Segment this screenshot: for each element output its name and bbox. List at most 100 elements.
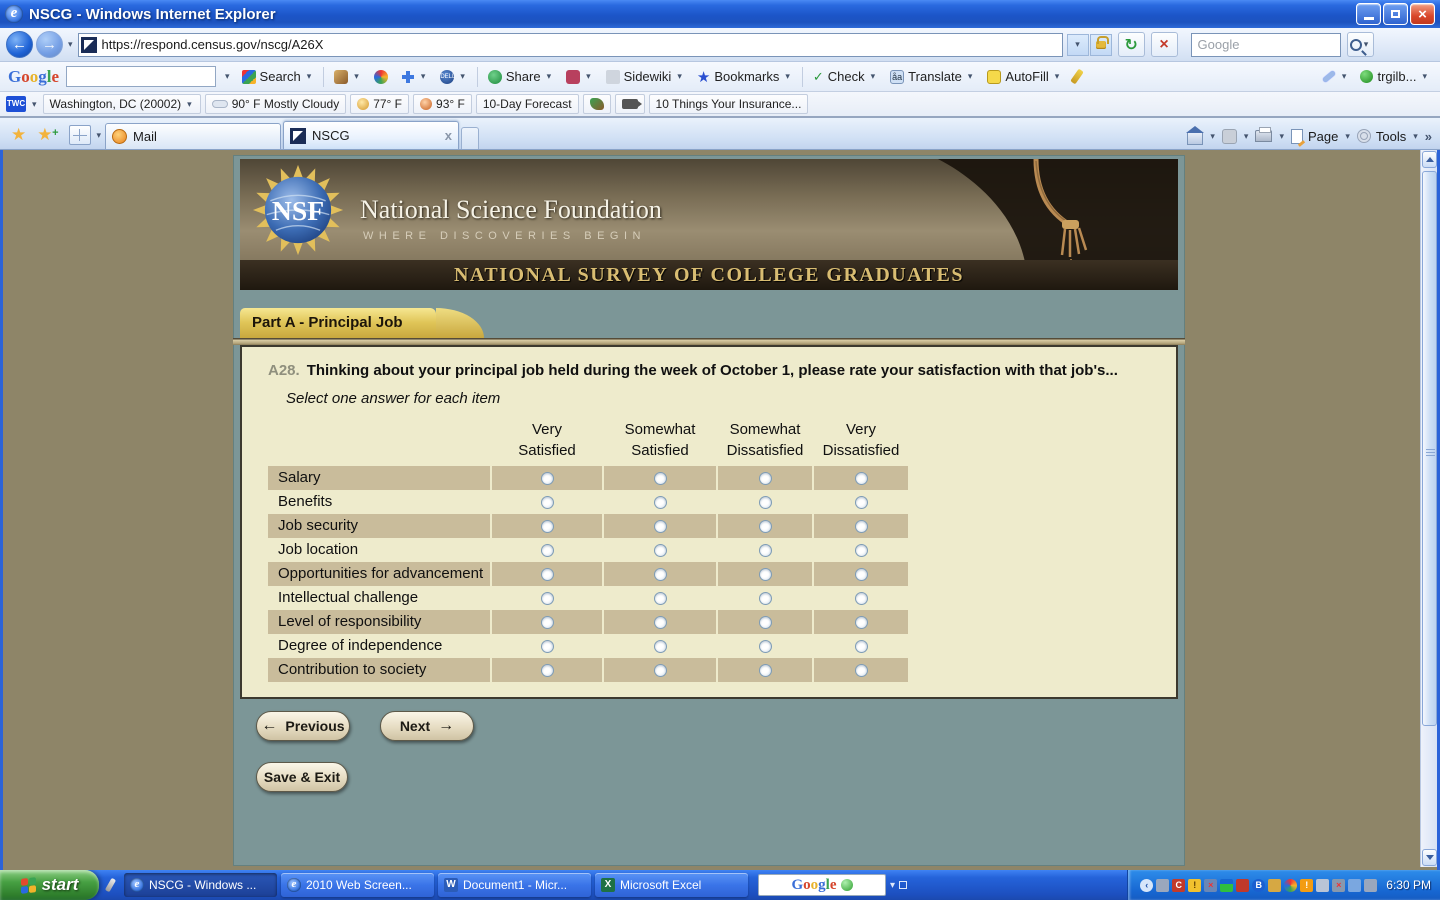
previous-button[interactable]: ← Previous — [256, 711, 350, 741]
radio-button[interactable] — [540, 591, 554, 605]
bookmarks-button[interactable]: ★ Bookmarks ▾ — [694, 66, 795, 88]
dell-button[interactable]: DELL ▾ — [437, 68, 470, 86]
toolbar-settings-button[interactable]: ▾ — [1319, 69, 1352, 84]
highlighter-button[interactable] — [1070, 67, 1085, 86]
current-conditions-button[interactable]: 90° F Mostly Cloudy — [204, 94, 347, 114]
tray-network-error-icon[interactable]: × — [1204, 878, 1218, 892]
feeds-button[interactable] — [1221, 128, 1237, 144]
favorites-button[interactable]: ★ — [8, 125, 29, 149]
tray-pen-icon[interactable] — [1348, 878, 1362, 892]
save-exit-button[interactable]: Save & Exit — [256, 762, 348, 792]
task-button-word[interactable]: W Document1 - Micr... — [438, 873, 591, 897]
radio-button[interactable] — [653, 543, 667, 557]
sidewiki-button[interactable]: Sidewiki ▾ — [603, 67, 687, 86]
tray-signal-bars-icon[interactable] — [1220, 878, 1234, 892]
radio-button[interactable] — [854, 471, 868, 485]
screenshot-button[interactable]: ▾ — [563, 68, 596, 86]
quick-launch-pen-icon[interactable] — [104, 877, 117, 893]
home-button[interactable] — [1186, 126, 1205, 145]
radio-button[interactable] — [854, 543, 868, 557]
radio-button[interactable] — [854, 591, 868, 605]
radio-button[interactable] — [653, 591, 667, 605]
restore-button[interactable] — [1383, 3, 1408, 25]
spellcheck-button[interactable]: ✓ Check ▾ — [810, 67, 880, 87]
close-button[interactable]: × — [1410, 3, 1435, 25]
radio-button[interactable] — [854, 519, 868, 533]
dropdown-icon[interactable]: ▾ — [1343, 131, 1352, 142]
print-button[interactable] — [1255, 127, 1273, 142]
tray-alert-icon[interactable]: ! — [1300, 878, 1314, 892]
radio-button[interactable] — [758, 543, 772, 557]
deskband-search-box[interactable]: Google — [758, 874, 886, 896]
forward-button[interactable]: → — [36, 31, 63, 58]
translate-button[interactable]: åa Translate ▾ — [887, 67, 977, 86]
video-button[interactable] — [614, 94, 645, 114]
radio-button[interactable] — [653, 471, 667, 485]
page-menu-button[interactable]: Page — [1308, 129, 1338, 144]
map-button[interactable] — [582, 94, 611, 114]
tab-mail[interactable]: Mail — [105, 123, 282, 149]
search-go-button[interactable]: ▾ — [1346, 32, 1374, 57]
quick-search-input[interactable] — [1190, 32, 1341, 57]
task-button-web-screen[interactable]: e 2010 Web Screen... — [281, 873, 434, 897]
radio-button[interactable] — [653, 495, 667, 509]
autofill-button[interactable]: AutoFill ▾ — [984, 67, 1064, 86]
radio-button[interactable] — [540, 615, 554, 629]
high-temp-button[interactable]: 93° F — [413, 94, 472, 114]
dropdown-icon[interactable]: ▾ — [1277, 131, 1286, 142]
radio-button[interactable] — [653, 663, 667, 677]
radio-button[interactable] — [653, 519, 667, 533]
radio-button[interactable] — [758, 519, 772, 533]
account-button[interactable]: trgilb... ▾ — [1357, 67, 1432, 86]
headline-button[interactable]: 10 Things Your Insurance... — [648, 94, 809, 114]
radio-button[interactable] — [540, 543, 554, 557]
tab-list-dropdown-icon[interactable]: ▾ — [95, 130, 104, 149]
toolbar-search-dropdown-icon[interactable]: ▾ — [223, 71, 232, 82]
news-button[interactable]: ▾ — [331, 68, 364, 86]
overflow-chevron-icon[interactable]: » — [1425, 129, 1432, 144]
radio-button[interactable] — [540, 567, 554, 581]
toolbar-search-button[interactable]: Search ▾ — [239, 67, 317, 86]
add-favorite-button[interactable]: ★ — [31, 125, 59, 149]
tab-close-icon[interactable]: x — [445, 128, 452, 143]
radio-button[interactable] — [540, 495, 554, 509]
tools-menu-button[interactable]: Tools — [1376, 129, 1406, 144]
new-tab-stub[interactable] — [461, 127, 480, 149]
dropdown-icon[interactable]: ▾ — [1411, 131, 1420, 142]
radio-button[interactable] — [854, 639, 868, 653]
tray-mouse-icon[interactable] — [1316, 878, 1330, 892]
address-dropdown-button[interactable]: ▾ — [1066, 33, 1089, 56]
security-lock-button[interactable] — [1089, 33, 1112, 56]
task-button-excel[interactable]: X Microsoft Excel — [595, 873, 748, 897]
scroll-down-button[interactable] — [1422, 849, 1437, 866]
weather-location-select[interactable]: Washington, DC (20002) ▾ — [42, 94, 201, 114]
radio-button[interactable] — [540, 639, 554, 653]
address-field[interactable]: https://respond.census.gov/nscg/A26X — [77, 32, 1063, 57]
tray-bluetooth-icon[interactable]: B — [1252, 878, 1266, 892]
radio-button[interactable] — [758, 663, 772, 677]
radio-button[interactable] — [758, 495, 772, 509]
stop-button[interactable]: × — [1150, 32, 1178, 57]
tray-display-icon[interactable] — [1156, 878, 1170, 892]
radio-button[interactable] — [854, 615, 868, 629]
radio-button[interactable] — [758, 639, 772, 653]
add-gadget-button[interactable]: ▾ — [398, 68, 431, 86]
tray-blocked-icon[interactable]: × — [1332, 878, 1346, 892]
history-dropdown-icon[interactable]: ▾ — [66, 39, 75, 50]
dropdown-icon[interactable]: ▾ — [1208, 131, 1217, 142]
section-tab-part-a[interactable]: Part A - Principal Job — [240, 308, 484, 338]
start-button[interactable]: start — [0, 870, 99, 900]
deskband-minimize-icon[interactable] — [899, 881, 908, 889]
radio-button[interactable] — [653, 615, 667, 629]
tray-phone-icon[interactable] — [1268, 878, 1282, 892]
radio-button[interactable] — [758, 615, 772, 629]
radio-button[interactable] — [653, 639, 667, 653]
google-toolbar-search-input[interactable] — [66, 66, 217, 87]
scroll-up-button[interactable] — [1422, 151, 1437, 168]
tray-collapse-chevron-icon[interactable]: ‹ — [1140, 878, 1154, 892]
refresh-button[interactable]: ↻ — [1117, 32, 1145, 57]
share-button[interactable]: Share ▾ — [485, 67, 556, 86]
task-button-nscg[interactable]: e NSCG - Windows ... — [124, 873, 277, 897]
deskband-dropdown-icon[interactable]: ▾ — [890, 880, 895, 891]
radio-button[interactable] — [540, 519, 554, 533]
